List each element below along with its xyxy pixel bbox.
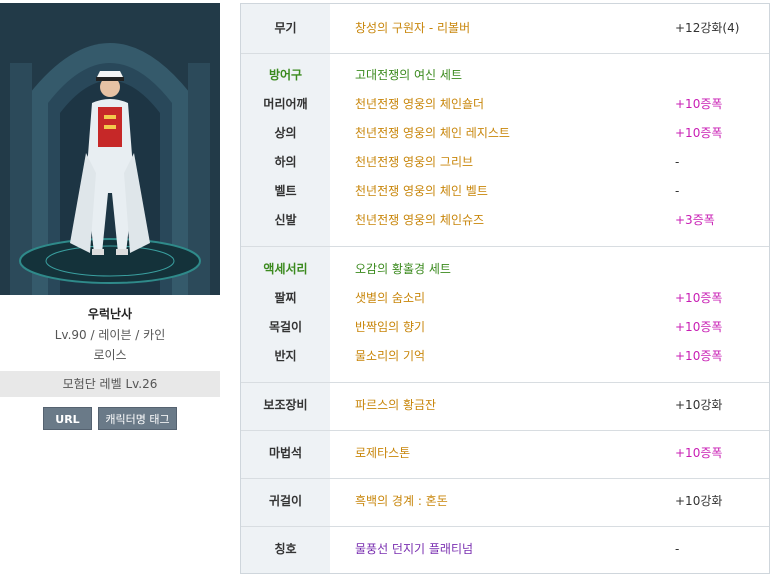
armor-row-label: 벨트: [274, 184, 297, 198]
sub-equipment-row: 보조장비 파르스의 황금잔 +10강화: [241, 391, 769, 420]
armor-section: 방어구 고대전쟁의 여신 세트 머리어깨 천년전쟁 영웅의 체인숄더 +10증폭…: [241, 54, 769, 247]
armor-row-value: +10증폭: [675, 97, 723, 111]
accessory-row-item[interactable]: 물소리의 기억: [355, 342, 425, 371]
earring-row: 귀걸이 흑백의 경계 : 혼돈 +10강화: [241, 487, 769, 516]
armor-row: 벨트 천년전쟁 영웅의 체인 벨트 -: [241, 177, 769, 206]
armor-row-label: 신발: [274, 213, 297, 227]
sub-equipment-section: 보조장비 파르스의 황금잔 +10강화: [241, 383, 769, 431]
accessory-label: 액세서리: [263, 262, 308, 276]
armor-row-item[interactable]: 천년전쟁 영웅의 체인 벨트: [355, 177, 488, 206]
armor-set-name[interactable]: 고대전쟁의 여신 세트: [355, 61, 462, 90]
armor-row: 머리어깨 천년전쟁 영웅의 체인숄더 +10증폭: [241, 90, 769, 119]
title-value: -: [675, 542, 680, 556]
accessory-row-value: +10증폭: [675, 349, 723, 363]
accessory-set-row: 액세서리 오감의 황홀경 세트: [241, 255, 769, 284]
title-label: 칭호: [274, 542, 297, 556]
equipment-table: 무기 창성의 구원자 - 리볼버 +12강화(4) 방어구 고대전쟁의 여신 세…: [240, 3, 770, 574]
url-button[interactable]: URL: [43, 407, 92, 430]
weapon-label: 무기: [274, 21, 297, 35]
character-guild: 로이스: [93, 348, 127, 362]
character-name: 우럭난사: [87, 307, 133, 321]
accessory-section: 액세서리 오감의 황홀경 세트 팔찌 샛별의 숨소리 +10증폭 목걸이 반짝임…: [241, 247, 769, 383]
armor-row-label: 머리어깨: [263, 97, 308, 111]
accessory-row-item[interactable]: 반짝임의 향기: [355, 313, 425, 342]
accessory-row-item[interactable]: 샛별의 숨소리: [355, 284, 425, 313]
armor-row-label: 하의: [274, 155, 297, 169]
adventure-level: 모험단 레벨 Lv.26: [0, 371, 220, 397]
sub-equipment-value: +10강화: [675, 398, 723, 412]
character-tag-button[interactable]: 캐릭터명 태그: [98, 407, 177, 430]
armor-row-item[interactable]: 천년전쟁 영웅의 체인숄더: [355, 90, 484, 119]
armor-row-value: -: [675, 155, 680, 169]
armor-row-value: +10증폭: [675, 126, 723, 140]
magicstone-row: 마법석 로제타스톤 +10증폭: [241, 439, 769, 468]
armor-row-value: -: [675, 184, 680, 198]
weapon-row: 무기 창성의 구원자 - 리볼버 +12강화(4): [241, 14, 769, 43]
title-row: 칭호 물풍선 던지기 플래티넘 -: [241, 535, 769, 564]
earring-section: 귀걸이 흑백의 경계 : 혼돈 +10강화: [241, 479, 769, 527]
character-level-class-server: Lv.90 / 레이븐 / 카인: [54, 328, 166, 342]
magicstone-label: 마법석: [268, 446, 303, 460]
title-section: 칭호 물풍선 던지기 플래티넘 -: [241, 527, 769, 573]
accessory-row-label: 반지: [274, 349, 297, 363]
character-panel: 우럭난사 Lv.90 / 레이븐 / 카인 로이스 모험단 레벨 Lv.26 U…: [0, 0, 220, 577]
magicstone-item[interactable]: 로제타스톤: [355, 439, 410, 468]
sub-equipment-item[interactable]: 파르스의 황금잔: [355, 391, 436, 420]
accessory-row: 팔찌 샛별의 숨소리 +10증폭: [241, 284, 769, 313]
armor-row: 상의 천년전쟁 영웅의 체인 레지스트 +10증폭: [241, 119, 769, 148]
magicstone-section: 마법석 로제타스톤 +10증폭: [241, 431, 769, 479]
armor-row-item[interactable]: 천년전쟁 영웅의 체인 레지스트: [355, 119, 510, 148]
armor-set-row: 방어구 고대전쟁의 여신 세트: [241, 61, 769, 90]
armor-row: 신발 천년전쟁 영웅의 체인슈즈 +3증폭: [241, 206, 769, 235]
accessory-row-label: 팔찌: [274, 291, 297, 305]
accessory-row: 목걸이 반짝임의 향기 +10증폭: [241, 313, 769, 342]
sub-equipment-label: 보조장비: [263, 398, 308, 412]
weapon-value: +12강화(4): [675, 21, 740, 35]
armor-row-item[interactable]: 천년전쟁 영웅의 그리브: [355, 148, 473, 177]
weapon-section: 무기 창성의 구원자 - 리볼버 +12강화(4): [241, 4, 769, 54]
armor-row: 하의 천년전쟁 영웅의 그리브 -: [241, 148, 769, 177]
weapon-item[interactable]: 창성의 구원자 - 리볼버: [355, 14, 470, 43]
armor-row-label: 상의: [274, 126, 297, 140]
armor-row-item[interactable]: 천년전쟁 영웅의 체인슈즈: [355, 206, 484, 235]
character-portrait: [0, 3, 220, 295]
accessory-set-name[interactable]: 오감의 황홀경 세트: [355, 255, 451, 284]
accessory-row: 반지 물소리의 기억 +10증폭: [241, 342, 769, 371]
character-illustration: [0, 3, 220, 295]
earring-item[interactable]: 흑백의 경계 : 혼돈: [355, 487, 448, 516]
earring-label: 귀걸이: [268, 494, 303, 508]
accessory-row-label: 목걸이: [268, 320, 303, 334]
earring-value: +10강화: [675, 494, 723, 508]
armor-row-value: +3증폭: [675, 213, 715, 227]
title-item[interactable]: 물풍선 던지기 플래티넘: [355, 535, 473, 564]
magicstone-value: +10증폭: [675, 446, 723, 460]
accessory-row-value: +10증폭: [675, 291, 723, 305]
armor-label: 방어구: [268, 68, 303, 82]
accessory-row-value: +10증폭: [675, 320, 723, 334]
